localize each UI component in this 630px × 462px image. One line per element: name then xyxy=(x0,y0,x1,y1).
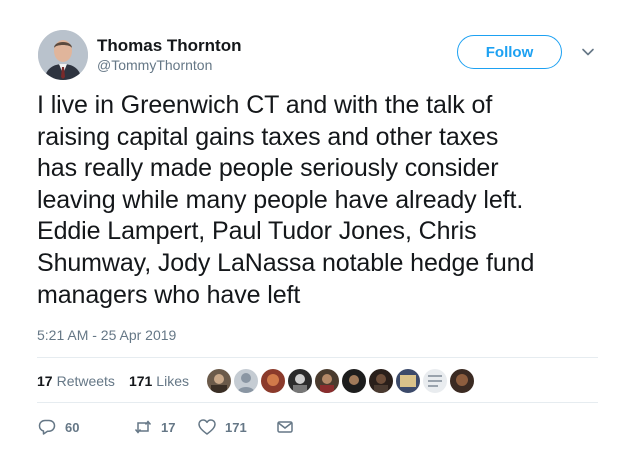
caret-down-icon[interactable] xyxy=(580,44,596,60)
tweet-text-line: leaving while many people have already l… xyxy=(37,185,524,214)
liker-avatar[interactable] xyxy=(394,367,422,395)
tweet-text-line: Eddie Lampert, Paul Tudor Jones, Chris xyxy=(37,217,477,246)
tweet-text-line: Shumway, Jody LaNassa notable hedge fund xyxy=(37,248,535,277)
tweet-text: I live in Greenwich CT and with the talk… xyxy=(37,90,607,311)
liker-avatar[interactable] xyxy=(340,367,368,395)
divider xyxy=(37,357,598,358)
retweet-count: 17 xyxy=(161,419,176,435)
liker-avatar[interactable] xyxy=(286,367,314,395)
retweet-button[interactable]: 17 xyxy=(133,417,175,437)
author-name[interactable]: Thomas Thornton xyxy=(97,36,241,56)
likes-stat[interactable]: 171 Likes xyxy=(129,373,189,389)
author-handle[interactable]: @TommyThornton xyxy=(97,57,212,73)
liker-avatar[interactable] xyxy=(232,367,260,395)
retweets-count: 17 xyxy=(37,373,53,389)
reply-icon xyxy=(38,419,56,435)
liker-avatar[interactable] xyxy=(205,367,233,395)
follow-button[interactable]: Follow xyxy=(457,35,562,69)
avatar[interactable] xyxy=(38,30,88,80)
retweet-icon xyxy=(134,420,152,434)
message-icon xyxy=(277,421,293,433)
tweet-text-line: I live in Greenwich CT and with the talk… xyxy=(37,91,493,119)
like-count: 171 xyxy=(225,419,247,435)
direct-message-button[interactable] xyxy=(275,417,295,437)
likes-count: 171 xyxy=(128,373,153,389)
reply-button[interactable]: 60 xyxy=(37,417,79,437)
tweet-text-line: managers who have left xyxy=(37,280,301,309)
retweets-stat[interactable]: 17 Retweets xyxy=(37,373,115,389)
liker-avatar[interactable] xyxy=(367,367,395,395)
like-button[interactable]: 171 xyxy=(197,417,247,437)
liker-avatar[interactable] xyxy=(448,367,476,395)
reply-count: 60 xyxy=(65,419,80,435)
timestamp[interactable]: 5:21 AM - 25 Apr 2019 xyxy=(37,327,176,343)
liker-avatar[interactable] xyxy=(421,367,449,395)
tweet-text-line: has really made people seriously conside… xyxy=(37,154,499,183)
likes-label: Likes xyxy=(156,373,189,389)
divider xyxy=(37,402,598,403)
liker-avatar[interactable] xyxy=(313,367,341,395)
retweets-label: Retweets xyxy=(56,373,115,389)
tweet-text-line: raising capital gains taxes and other ta… xyxy=(37,122,499,151)
tweet-stats: 17 Retweets 171 Likes xyxy=(37,373,203,389)
like-icon xyxy=(198,419,216,435)
liker-avatar[interactable] xyxy=(259,367,287,395)
tweet-card: Thomas Thornton @TommyThornton Follow I … xyxy=(0,0,630,462)
